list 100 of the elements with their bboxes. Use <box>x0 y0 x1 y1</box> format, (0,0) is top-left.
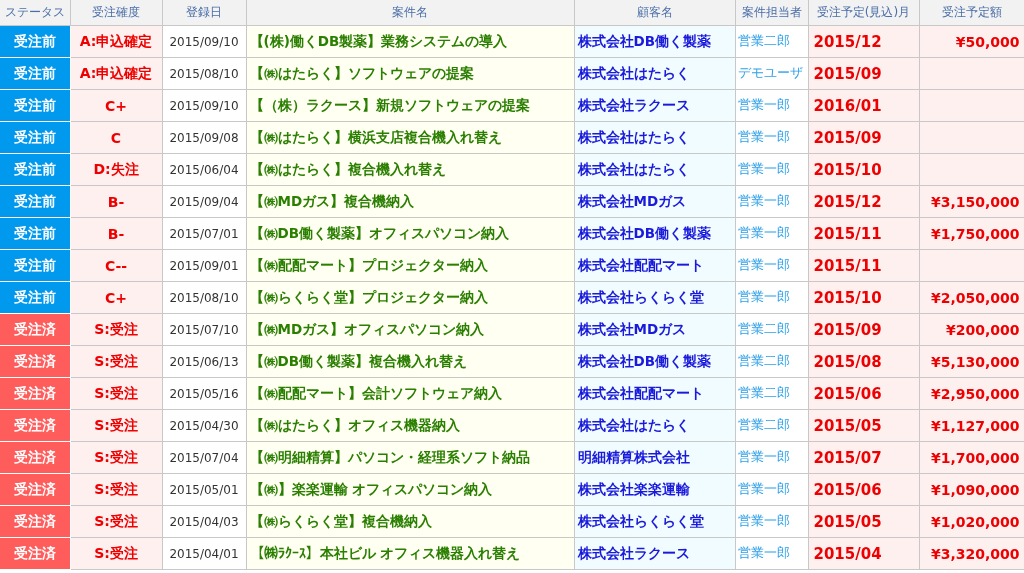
table-cell: 【㈱】楽楽運輸 オフィスパソコン納入 <box>246 473 574 506</box>
table-cell: 【㈱配配マート】会計ソフトウェア納入 <box>246 377 574 410</box>
table-cell: 【㈱はたらく】横浜支店複合機入れ替え <box>246 121 574 154</box>
table-cell: 2015/04 <box>808 537 919 570</box>
table-cell: ¥2,050,000 <box>919 281 1024 314</box>
table-cell: 営業一郎 <box>735 505 808 538</box>
table-cell: 営業一郎 <box>735 473 808 506</box>
column-header[interactable]: 案件名 <box>246 0 574 26</box>
table-cell: 2015/05/16 <box>162 377 246 410</box>
table-cell: 株式会社はたらく <box>574 121 735 154</box>
status-cell: 受注済 <box>0 441 70 474</box>
status-cell: 受注前 <box>0 57 70 90</box>
status-cell: 受注前 <box>0 121 70 154</box>
table-cell: ¥1,700,000 <box>919 441 1024 474</box>
table-cell: 2015/09/04 <box>162 185 246 218</box>
table-cell: 2015/04/01 <box>162 537 246 570</box>
table-cell: D:失注 <box>70 153 162 186</box>
table-cell: 2016/01 <box>808 89 919 122</box>
table-cell: S:受注 <box>70 345 162 378</box>
table-cell: 【㈱はたらく】複合機入れ替え <box>246 153 574 186</box>
status-cell: 受注済 <box>0 537 70 570</box>
status-cell: 受注前 <box>0 281 70 314</box>
table-cell: 営業一郎 <box>735 217 808 250</box>
column-header[interactable]: 受注確度 <box>70 0 162 26</box>
table-cell: 2015/05 <box>808 505 919 538</box>
status-cell: 受注前 <box>0 217 70 250</box>
table-cell: S:受注 <box>70 537 162 570</box>
status-cell: 受注済 <box>0 409 70 442</box>
column-header[interactable]: 案件担当者 <box>735 0 808 26</box>
table-cell: 営業一郎 <box>735 89 808 122</box>
table-cell: ¥1,750,000 <box>919 217 1024 250</box>
table-cell: 【(株)働くDB製薬】業務システムの導入 <box>246 25 574 58</box>
column-header[interactable]: 顧客名 <box>574 0 735 26</box>
table-cell: B- <box>70 217 162 250</box>
table-cell: C+ <box>70 89 162 122</box>
table-cell: 【㈱DB働く製薬】複合機入れ替え <box>246 345 574 378</box>
table-cell: ¥1,020,000 <box>919 505 1024 538</box>
table-cell: S:受注 <box>70 313 162 346</box>
column-header[interactable]: 登録日 <box>162 0 246 26</box>
table-cell: 株式会社楽楽運輸 <box>574 473 735 506</box>
table-cell: 営業一郎 <box>735 185 808 218</box>
table-cell: 【㈱DB働く製薬】オフィスパソコン納入 <box>246 217 574 250</box>
status-cell: 受注済 <box>0 473 70 506</box>
table-cell: 2015/07/10 <box>162 313 246 346</box>
table-cell: S:受注 <box>70 441 162 474</box>
table-cell: 2015/07/01 <box>162 217 246 250</box>
table-cell: ¥50,000 <box>919 25 1024 58</box>
table-cell: 株式会社MDガス <box>574 185 735 218</box>
table-cell: 2015/08/10 <box>162 281 246 314</box>
table-cell: 株式会社らくらく堂 <box>574 505 735 538</box>
table-cell: 営業一郎 <box>735 441 808 474</box>
table-cell: 株式会社DB働く製薬 <box>574 25 735 58</box>
table-cell: A:申込確定 <box>70 57 162 90</box>
table-cell: 営業一郎 <box>735 121 808 154</box>
status-cell: 受注済 <box>0 377 70 410</box>
status-cell: 受注前 <box>0 249 70 282</box>
table-cell: 株式会社配配マート <box>574 249 735 282</box>
table-cell: 2015/09/08 <box>162 121 246 154</box>
table-cell: S:受注 <box>70 473 162 506</box>
table-cell: 営業一郎 <box>735 249 808 282</box>
table-cell: 営業二郎 <box>735 313 808 346</box>
column-header[interactable]: 受注予定額 <box>919 0 1024 26</box>
table-cell: 株式会社はたらく <box>574 153 735 186</box>
table-cell: 【（株）ラクース】新規ソフトウェアの提案 <box>246 89 574 122</box>
table-cell: 【㈱はたらく】ソフトウェアの提案 <box>246 57 574 90</box>
table-cell: 営業二郎 <box>735 345 808 378</box>
table-cell: 営業二郎 <box>735 377 808 410</box>
table-cell: 営業一郎 <box>735 281 808 314</box>
table-cell: C+ <box>70 281 162 314</box>
table-cell: 【㈱MDガス】複合機納入 <box>246 185 574 218</box>
table-cell: 2015/09 <box>808 57 919 90</box>
table-cell: 営業二郎 <box>735 25 808 58</box>
table-cell: C-- <box>70 249 162 282</box>
table-cell: 【㈱はたらく】オフィス機器納入 <box>246 409 574 442</box>
table-cell: 【㈱らくらく堂】複合機納入 <box>246 505 574 538</box>
table-cell: 2015/09/10 <box>162 25 246 58</box>
table-cell: 2015/09/01 <box>162 249 246 282</box>
column-header[interactable]: 受注予定(見込)月 <box>808 0 919 26</box>
table-cell: 株式会社配配マート <box>574 377 735 410</box>
column-header[interactable]: ステータス <box>0 0 70 26</box>
table-cell: 2015/08 <box>808 345 919 378</box>
table-cell: S:受注 <box>70 505 162 538</box>
table-cell: 株式会社はたらく <box>574 409 735 442</box>
table-cell: 2015/04/30 <box>162 409 246 442</box>
table-cell: 株式会社DB働く製薬 <box>574 345 735 378</box>
status-cell: 受注前 <box>0 25 70 58</box>
table-cell: S:受注 <box>70 377 162 410</box>
table-cell: 2015/12 <box>808 25 919 58</box>
table-cell: 株式会社らくらく堂 <box>574 281 735 314</box>
status-cell: 受注済 <box>0 345 70 378</box>
table-cell: 2015/05/01 <box>162 473 246 506</box>
table-cell: ¥3,150,000 <box>919 185 1024 218</box>
status-cell: 受注済 <box>0 313 70 346</box>
table-cell: 【㈱明細精算】パソコン・経理系ソフト納品 <box>246 441 574 474</box>
table-cell: 2015/12 <box>808 185 919 218</box>
table-cell: ¥5,130,000 <box>919 345 1024 378</box>
table-cell: 営業一郎 <box>735 153 808 186</box>
table-cell: 2015/09/10 <box>162 89 246 122</box>
status-cell: 受注前 <box>0 89 70 122</box>
table-cell: ¥1,127,000 <box>919 409 1024 442</box>
